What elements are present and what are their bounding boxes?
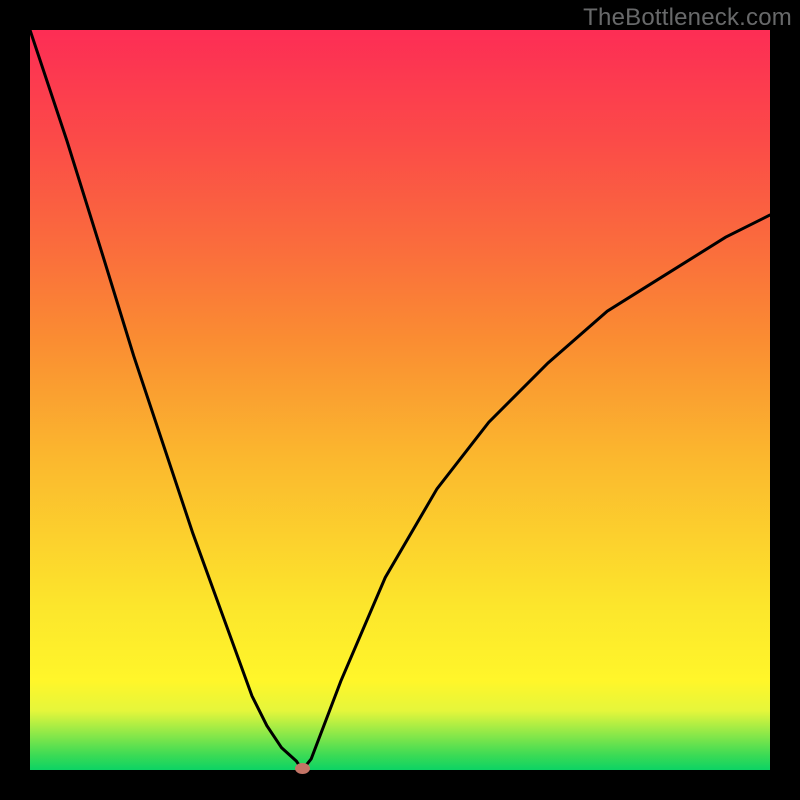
chart-frame: TheBottleneck.com [0, 0, 800, 800]
watermark-text: TheBottleneck.com [583, 4, 792, 32]
minimum-point-marker [295, 763, 310, 774]
bottleneck-curve [30, 30, 770, 770]
curve-layer [30, 30, 770, 770]
plot-area [30, 30, 770, 770]
